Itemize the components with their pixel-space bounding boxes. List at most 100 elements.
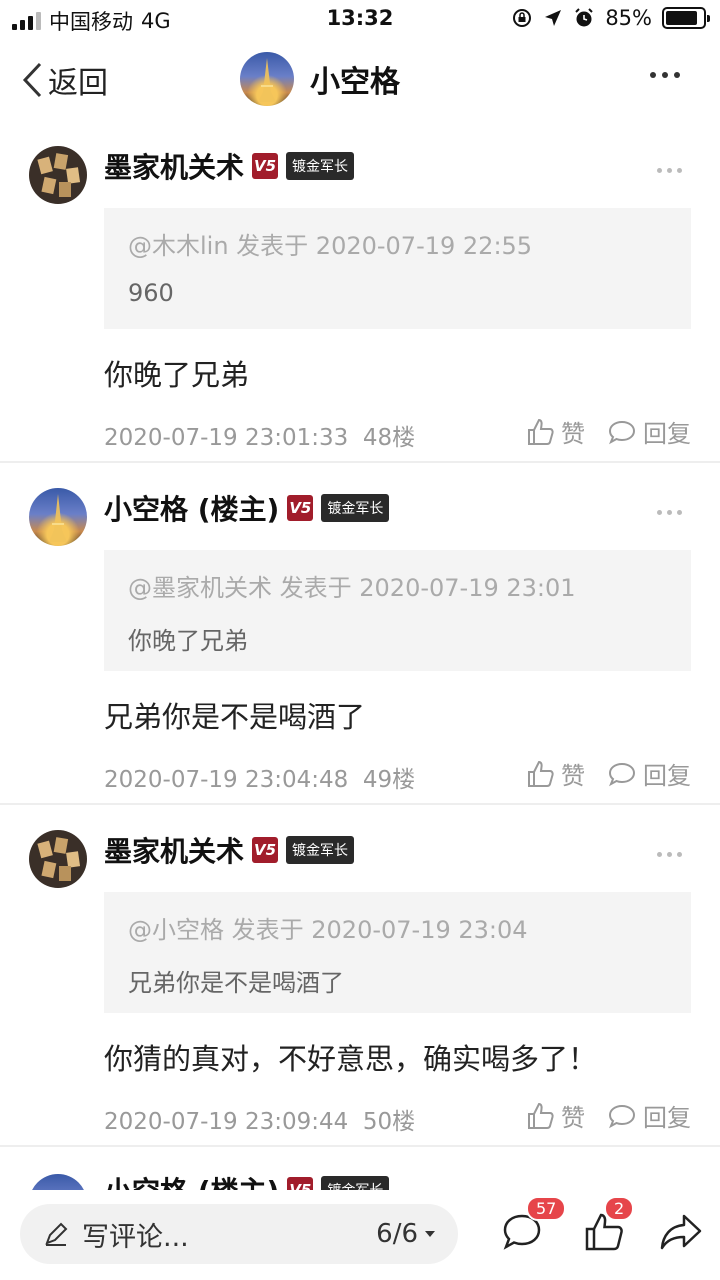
post-more-button[interactable]	[657, 168, 682, 173]
back-label: 返回	[48, 66, 108, 101]
vip-badge: V5	[252, 153, 279, 179]
like-button[interactable]: 赞	[525, 1098, 585, 1133]
pencil-icon	[45, 1222, 68, 1246]
reply-footer: 2020-07-19 23:01:33 48楼 赞 回复	[104, 414, 691, 452]
rank-badge: 镀金军长	[286, 836, 355, 864]
quote-meta: @墨家机关术 发表于 2020-07-19 23:01	[128, 574, 576, 602]
rank-badge: 镀金军长	[321, 494, 390, 522]
author-name[interactable]: 小空格 (楼主)	[104, 488, 279, 528]
divider	[0, 461, 720, 463]
comment-icon	[608, 1104, 636, 1128]
nav-center: 小空格	[240, 52, 400, 106]
comment-icon	[608, 762, 636, 786]
rank-badge: 镀金军长	[286, 152, 355, 180]
reply-actions: 赞 回复	[525, 1098, 691, 1133]
reply-time: 2020-07-19 23:09:44	[104, 1109, 349, 1135]
reply-meta: 2020-07-19 23:09:44 50楼	[104, 1102, 415, 1136]
quoted-reply[interactable]: @木木lin 发表于 2020-07-19 22:55 960	[104, 208, 691, 329]
back-button[interactable]: 返回	[20, 58, 108, 102]
quote-meta: @小空格 发表于 2020-07-19 23:04	[128, 916, 528, 944]
reply-item-partial: 小空格 (楼主) V5 镀金军长	[0, 1148, 720, 1190]
mahjong-tiles-icon	[37, 153, 81, 197]
floor-number: 48楼	[362, 425, 416, 451]
battery-icon	[662, 7, 710, 29]
like-button[interactable]: 赞	[525, 414, 585, 449]
reply-meta: 2020-07-19 23:01:33 48楼	[104, 418, 415, 452]
author-name[interactable]: 墨家机关术	[104, 830, 244, 870]
quote-text: 你晚了兄弟	[128, 627, 248, 655]
reply-label: 回复	[643, 1104, 691, 1132]
reply-footer: 2020-07-19 23:04:48 49楼 赞 回复	[104, 756, 691, 794]
share-button[interactable]	[658, 1210, 704, 1258]
reply-content: 你猜的真对，不好意思，确实喝多了！	[104, 1042, 598, 1076]
share-icon	[660, 1214, 702, 1250]
reply-item: 墨家机关术 V5 镀金军长 @小空格 发表于 2020-07-19 23:04 …	[0, 814, 720, 1146]
like-label: 赞	[561, 420, 585, 448]
battery-fill	[666, 11, 697, 25]
comment-count-badge: 57	[526, 1196, 567, 1221]
reply-label: 回复	[643, 762, 691, 790]
vip-badge: V5	[252, 837, 279, 863]
floor-number: 50楼	[362, 1109, 416, 1135]
status-right: 85%	[511, 6, 710, 30]
vip-badge: V5	[287, 1177, 314, 1190]
avatar[interactable]	[29, 830, 87, 888]
quoted-reply[interactable]: @小空格 发表于 2020-07-19 23:04 兄弟你是不是喝酒了	[104, 892, 691, 1013]
caret-down-icon	[425, 1231, 435, 1237]
reply-label: 回复	[643, 420, 691, 448]
post-header: 墨家机关术 V5 镀金军长	[104, 830, 355, 870]
like-thread-button[interactable]: 2	[582, 1196, 635, 1258]
reply-item: 墨家机关术 V5 镀金军长 @木木lin 发表于 2020-07-19 22:5…	[0, 130, 720, 462]
alarm-icon	[575, 8, 594, 27]
nav-avatar[interactable]	[240, 52, 294, 106]
like-button[interactable]: 赞	[525, 756, 585, 791]
reply-meta: 2020-07-19 23:04:48 49楼	[104, 760, 415, 794]
more-button[interactable]	[650, 72, 680, 78]
reply-button[interactable]: 回复	[607, 1098, 691, 1133]
thumbs-up-icon	[528, 1102, 554, 1129]
divider	[0, 803, 720, 805]
quote-meta: @木木lin 发表于 2020-07-19 22:55	[128, 232, 533, 260]
eiffel-tower-icon	[49, 494, 67, 542]
reply-button[interactable]: 回复	[607, 414, 691, 449]
reply-actions: 赞 回复	[525, 414, 691, 449]
like-label: 赞	[561, 762, 585, 790]
reply-actions: 赞 回复	[525, 756, 691, 791]
battery-percent: 85%	[605, 6, 652, 30]
rotation-lock-icon	[513, 9, 532, 27]
reply-item: 小空格 (楼主) V5 镀金军长 @墨家机关术 发表于 2020-07-19 2…	[0, 472, 720, 804]
reply-content: 兄弟你是不是喝酒了	[104, 700, 366, 734]
quote-text: 960	[128, 279, 174, 307]
floor-number: 49楼	[362, 767, 416, 793]
post-more-button[interactable]	[657, 510, 682, 515]
page-selector[interactable]: 6/6	[376, 1219, 436, 1249]
avatar[interactable]	[29, 146, 87, 204]
comments-button[interactable]: 57	[500, 1196, 567, 1258]
thumbs-up-icon	[528, 418, 554, 445]
nav-title: 小空格	[310, 65, 400, 100]
avatar[interactable]	[29, 488, 87, 546]
rank-badge: 镀金军长	[321, 1176, 390, 1190]
author-name[interactable]: 小空格 (楼主)	[104, 1170, 279, 1190]
post-more-button[interactable]	[657, 852, 682, 857]
post-header: 小空格 (楼主) V5 镀金军长	[104, 1170, 390, 1190]
status-bar: 中国移动 4G 13:32 85%	[0, 0, 720, 40]
divider	[0, 1145, 720, 1147]
thumbs-up-icon	[528, 760, 554, 787]
quote-text: 兄弟你是不是喝酒了	[128, 969, 344, 997]
comment-icon	[608, 420, 636, 444]
vip-badge: V5	[287, 495, 314, 521]
nav-bar: 返回 小空格	[0, 40, 720, 122]
reply-time: 2020-07-19 23:04:48	[104, 767, 349, 793]
mahjong-tiles-icon	[37, 837, 81, 881]
comment-input[interactable]: 写评论... 6/6	[20, 1204, 458, 1264]
author-name[interactable]: 墨家机关术	[104, 146, 244, 186]
chevron-left-icon	[22, 62, 42, 98]
page-indicator: 6/6	[376, 1219, 418, 1249]
post-header: 墨家机关术 V5 镀金军长	[104, 146, 355, 186]
like-label: 赞	[561, 1104, 585, 1132]
reply-button[interactable]: 回复	[607, 756, 691, 791]
quoted-reply[interactable]: @墨家机关术 发表于 2020-07-19 23:01 你晚了兄弟	[104, 550, 691, 671]
avatar[interactable]	[29, 1174, 87, 1190]
reply-content: 你晚了兄弟	[104, 358, 250, 392]
